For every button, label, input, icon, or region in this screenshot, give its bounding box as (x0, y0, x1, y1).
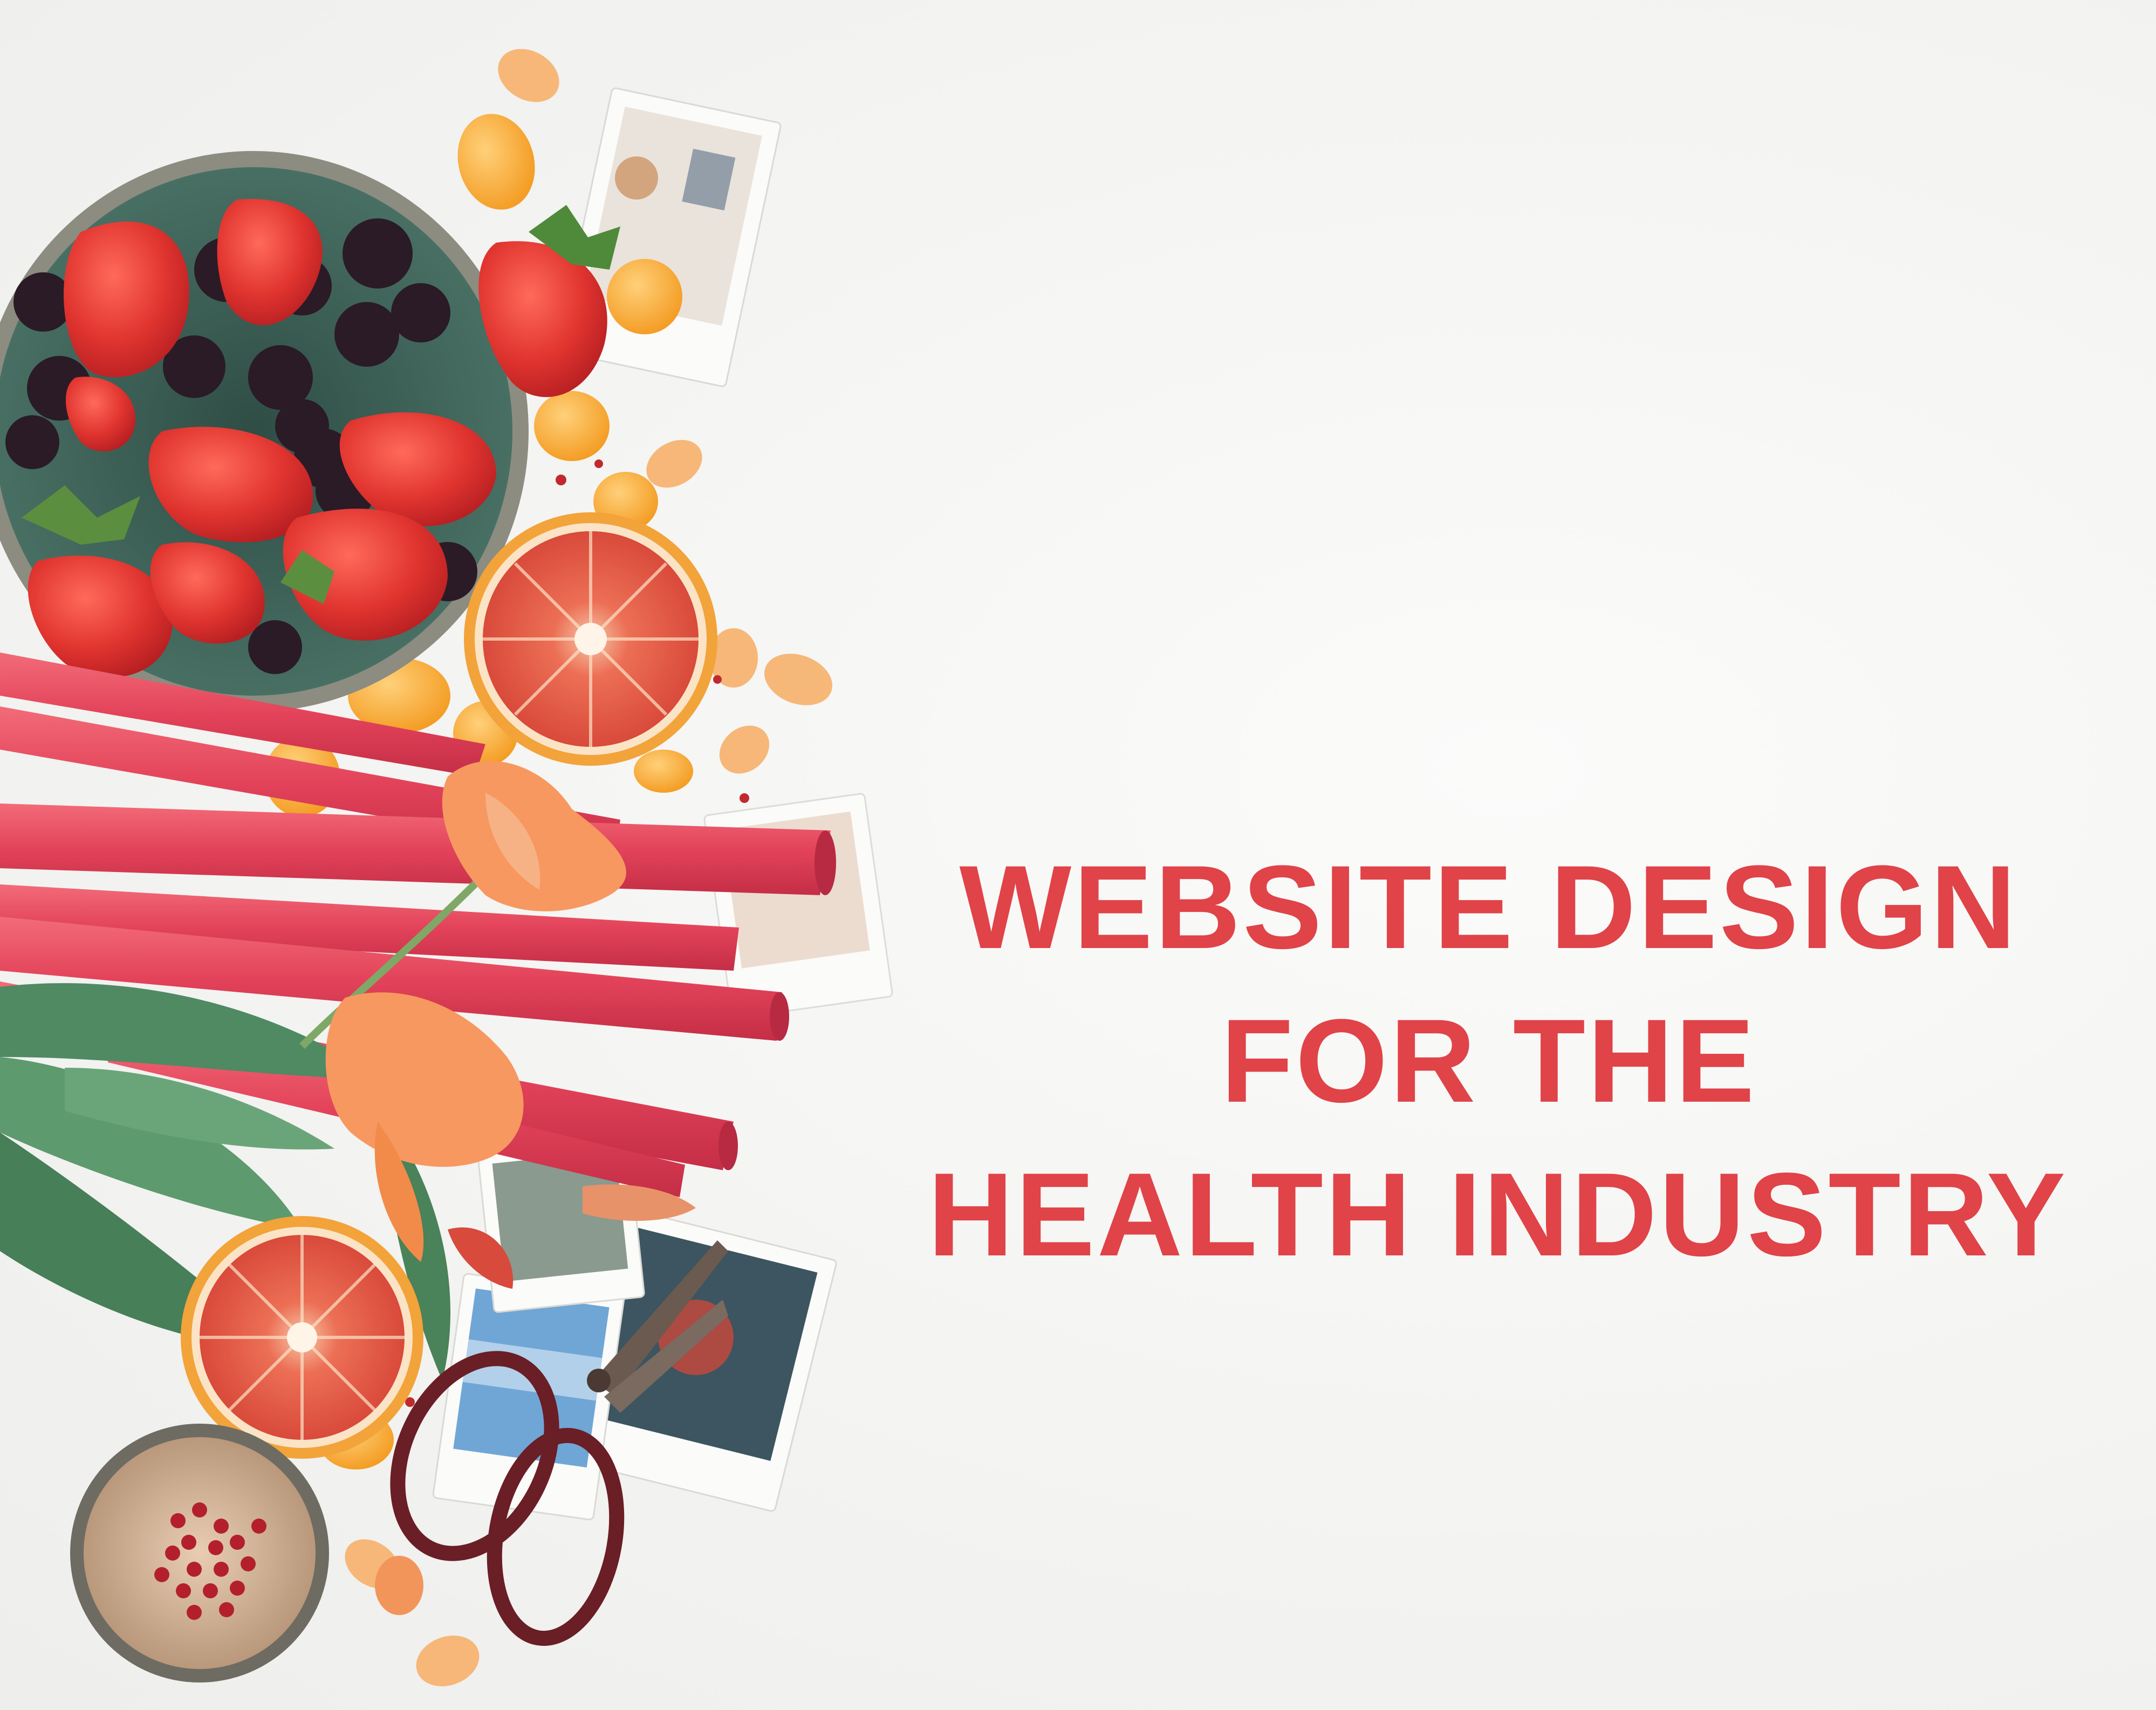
polaroid-photo (703, 793, 893, 1019)
peppercorn-bowl (70, 1424, 329, 1682)
polaroid-photo (432, 1273, 625, 1521)
headline-line: WEBSITE DESIGN (959, 841, 2018, 973)
headline: WEBSITE DESIGN FOR THE HEALTH INDUSTRY (928, 830, 2068, 1292)
headline-line: FOR THE (1221, 994, 1757, 1127)
food-photo (0, 49, 893, 1687)
fruit-bowl (0, 151, 529, 712)
blood-orange (464, 512, 717, 766)
blood-orange (181, 1216, 423, 1459)
headline-line: HEALTH INDUSTRY (928, 1148, 2068, 1281)
